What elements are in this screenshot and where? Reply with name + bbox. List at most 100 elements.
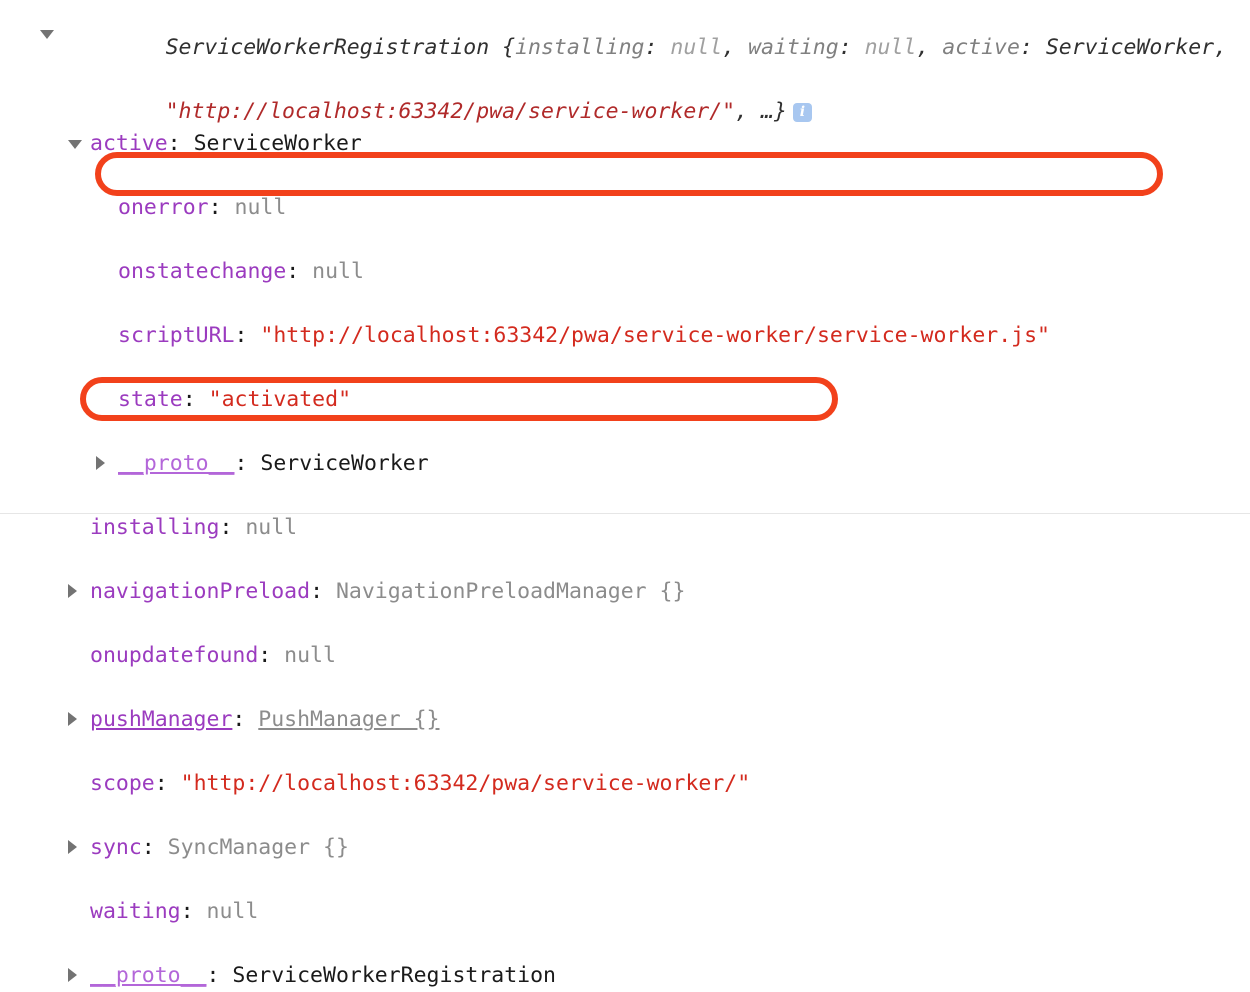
property-value-onerror: null [234,195,287,220]
property-value-waiting: null [206,899,259,924]
property-text-root-proto: __proto__: ServiceWorkerRegistration [90,960,556,992]
preview-scope-string: "http://localhost:63342/pwa/service-work… [165,99,736,124]
property-colon-navigationPreload: : [310,579,336,604]
property-row-installing[interactable]: installing: null [0,512,297,544]
property-row-active-proto[interactable]: __proto__: ServiceWorker [0,448,429,480]
property-key-scriptURL: scriptURL [118,323,235,348]
property-key-active-proto: __proto__ [118,451,235,476]
property-text-scriptURL: scriptURL: "http://localhost:63342/pwa/s… [118,320,1050,352]
property-colon-onstatechange: : [286,259,313,284]
preview-value-active: ServiceWorker [1045,35,1215,60]
property-colon-sync: : [141,835,168,860]
object-header-line-1[interactable]: ServiceWorkerRegistration {installing: n… [0,0,1227,60]
preview-value-installing: null [670,35,723,60]
property-row-navigationPreload[interactable]: navigationPreload: NavigationPreloadMana… [0,576,685,608]
property-row-waiting[interactable]: waiting: null [0,896,258,928]
expand-triangle-active-proto[interactable] [96,456,105,470]
preview-tail-0: , [722,35,749,60]
property-key-navigationPreload: navigationPreload [90,579,311,604]
object-constructor-name: ServiceWorkerRegistration [165,35,490,60]
property-value-scriptURL[interactable]: "http://localhost:63342/pwa/service-work… [260,323,1050,348]
expand-triangle-pushManager[interactable] [68,712,77,726]
property-text-scope: scope: "http://localhost:63342/pwa/servi… [90,768,750,800]
property-row-onerror[interactable]: onerror: null [0,192,286,224]
preview-sep-0: : [644,35,671,60]
property-key-state: state [118,387,183,412]
property-key-sync: sync [90,835,142,860]
property-row-scriptURL[interactable]: scriptURL: "http://localhost:63342/pwa/s… [0,320,1050,352]
info-icon[interactable]: i [792,103,812,122]
property-value-onupdatefound: null [284,643,336,668]
property-key-onerror: onerror [118,195,209,220]
property-text-navigationPreload: navigationPreload: NavigationPreloadMana… [90,576,685,608]
property-text-waiting: waiting: null [90,896,258,928]
property-colon-active-proto: : [234,451,261,476]
property-row-scope[interactable]: scope: "http://localhost:63342/pwa/servi… [0,768,750,800]
property-colon-pushManager: : [232,707,259,732]
property-value-active-proto: ServiceWorker [260,451,429,476]
preview-sep-2: : [1019,35,1046,60]
property-key-root-proto: __proto__ [90,963,207,988]
property-row-onstatechange[interactable]: onstatechange: null [0,256,364,288]
preview-tail-2: , [1214,35,1240,60]
console-divider [0,513,1250,514]
property-colon-onerror: : [208,195,235,220]
devtools-console-output: ServiceWorkerRegistration {installing: n… [0,0,1250,988]
property-row-onupdatefound[interactable]: onupdatefound: null [0,640,336,672]
property-colon-onupdatefound: : [258,643,285,668]
property-key-onstatechange: onstatechange [118,259,287,284]
expand-triangle-root-proto[interactable] [68,968,77,982]
property-value-active: ServiceWorker [193,131,362,156]
preview-value-waiting: null [864,35,917,60]
property-colon-installing: : [219,515,246,540]
property-value-navigationPreload: NavigationPreloadManager {} [335,579,686,604]
property-value-state[interactable]: "activated" [209,387,351,412]
expand-triangle-active[interactable] [68,140,82,149]
property-colon-scriptURL: : [234,323,261,348]
property-text-state: state: "activated" [118,384,351,416]
object-header-line-2[interactable]: "http://localhost:63342/pwa/service-work… [0,64,812,124]
property-text-installing: installing: null [90,512,297,544]
preview-key-active: active [942,35,1020,60]
property-text-pushManager: pushManager: PushManager {} [90,704,440,736]
property-value-root-proto: ServiceWorkerRegistration [232,963,556,988]
property-key-pushManager: pushManager [90,707,233,732]
property-row-state[interactable]: state: "activated" [0,384,351,416]
property-key-active: active [90,131,168,156]
property-key-onupdatefound: onupdatefound [90,643,259,668]
property-colon-root-proto: : [206,963,233,988]
preview-key-installing: installing [515,35,645,60]
property-text-sync: sync: SyncManager {} [90,832,349,864]
preview-tail-1: , [916,35,943,60]
property-value-pushManager: PushManager {} [258,707,440,732]
property-value-installing: null [245,515,298,540]
expand-triangle-navigationPreload[interactable] [68,584,77,598]
property-key-installing: installing [90,515,220,540]
preview-sep-1: : [838,35,865,60]
property-text-active-proto: __proto__: ServiceWorker [118,448,429,480]
console-message: ServiceWorkerRegistration {installing: n… [0,0,1227,988]
property-text-active: active: ServiceWorker [90,128,362,160]
preview-key-waiting: waiting [748,35,839,60]
object-property-rows: active: ServiceWorker onerror: null onstat… [0,64,1050,988]
property-colon-active: : [167,131,194,156]
property-text-onstatechange: onstatechange: null [118,256,364,288]
property-value-sync: SyncManager {} [167,835,349,860]
property-key-scope: scope [90,771,155,796]
property-text-onupdatefound: onupdatefound: null [90,640,336,672]
property-row-sync[interactable]: sync: SyncManager {} [0,832,349,864]
object-brace-open: { [489,35,516,60]
property-colon-waiting: : [180,899,207,924]
property-colon-scope: : [154,771,181,796]
property-text-onerror: onerror: null [118,192,286,224]
expand-collapse-triangle-root[interactable] [40,30,54,39]
property-row-root-proto[interactable]: __proto__: ServiceWorkerRegistration [0,960,556,992]
expand-triangle-sync[interactable] [68,840,77,854]
property-key-waiting: waiting [90,899,181,924]
property-row-pushManager[interactable]: pushManager: PushManager {} [0,704,440,736]
property-row-active[interactable]: active: ServiceWorker [0,128,362,160]
property-value-onstatechange: null [312,259,364,284]
property-value-scope[interactable]: "http://localhost:63342/pwa/service-work… [181,771,751,796]
preview-ellipsis: , …} [735,99,787,124]
property-colon-state: : [182,387,209,412]
